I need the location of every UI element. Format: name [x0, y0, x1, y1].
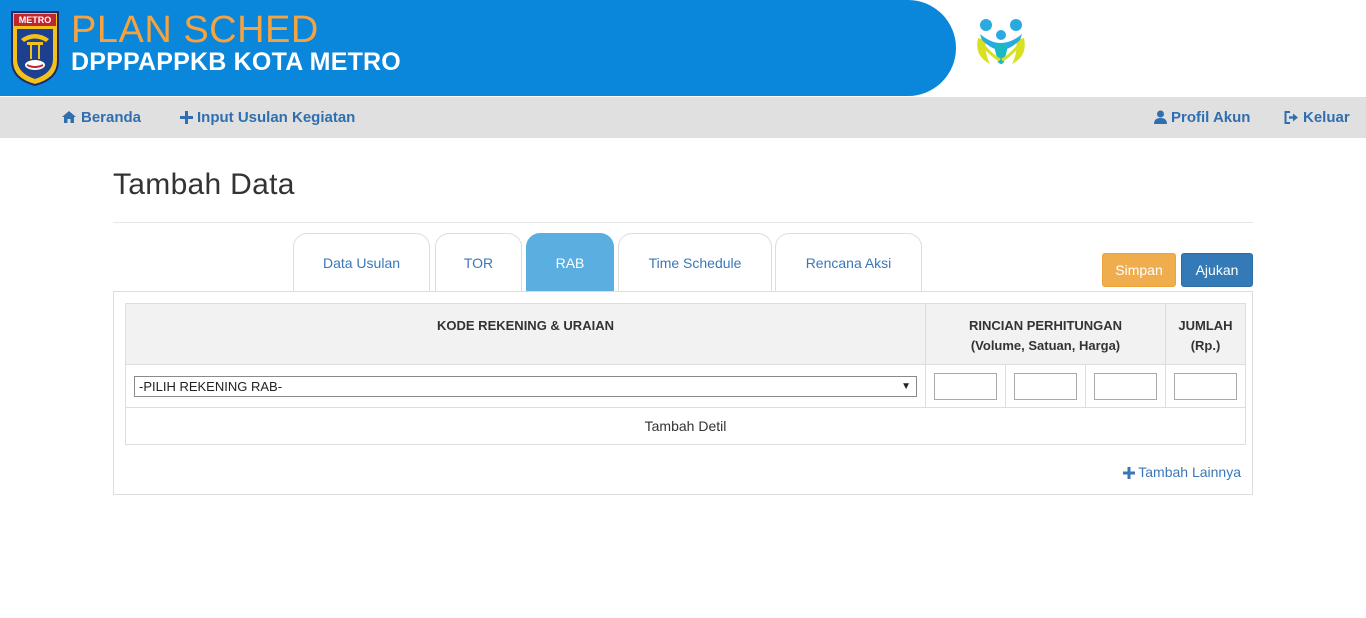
- family-planning-logo: [977, 19, 1025, 64]
- header-kode-rekening: KODE REKENING & URAIAN: [125, 303, 926, 365]
- header-kode-rekening-label: KODE REKENING & URAIAN: [437, 318, 614, 333]
- dropdown-arrow-icon: ▼: [901, 380, 911, 392]
- rekening-select-value: -PILIH REKENING RAB-: [139, 378, 283, 394]
- nav-logout-label: Keluar: [1303, 109, 1350, 126]
- nav-home-label: Beranda: [81, 109, 142, 126]
- app-title: PLAN SCHED: [71, 9, 319, 51]
- sign-out-icon: [1284, 111, 1298, 124]
- add-detail-row: Tambah Detil: [125, 407, 1246, 445]
- tab-time-schedule[interactable]: Time Schedule: [618, 233, 772, 292]
- header-jumlah-line2: (Rp.): [1190, 338, 1221, 353]
- header-rincian: RINCIAN PERHITUNGAN (Volume, Satuan, Har…: [925, 303, 1166, 365]
- tab-rencana-aksi[interactable]: Rencana Aksi: [775, 233, 922, 292]
- rekening-select[interactable]: -PILIH REKENING RAB- ▼: [134, 375, 917, 397]
- page-title: Tambah Data: [113, 168, 295, 201]
- plus-icon: [180, 111, 193, 124]
- header-rincian-line2: (Volume, Satuan, Harga): [970, 338, 1121, 353]
- user-icon: [1154, 110, 1167, 124]
- plus-icon: [1123, 467, 1136, 479]
- rekening-cell: -PILIH REKENING RAB- ▼: [125, 364, 926, 408]
- add-more-link[interactable]: Tambah Lainnya: [1123, 464, 1241, 480]
- nav-input-usulan-label: Input Usulan Kegiatan: [197, 109, 356, 126]
- volume-input[interactable]: [934, 372, 997, 400]
- rab-panel: KODE REKENING & URAIAN RINCIAN PERHITUNG…: [113, 291, 1253, 495]
- nav-profile-label: Profil Akun: [1171, 109, 1251, 126]
- nav-profile[interactable]: Profil Akun: [1154, 97, 1250, 138]
- harga-input[interactable]: [1094, 372, 1157, 400]
- header-jumlah: JUMLAH (Rp.): [1165, 303, 1246, 365]
- jumlah-input[interactable]: [1174, 372, 1237, 400]
- harga-cell: [1085, 364, 1166, 408]
- satuan-cell: [1005, 364, 1086, 408]
- nav-input-usulan[interactable]: Input Usulan Kegiatan: [180, 97, 355, 138]
- table-row: -PILIH REKENING RAB- ▼: [125, 364, 1246, 408]
- header-rincian-line1: RINCIAN PERHITUNGAN: [968, 318, 1123, 333]
- title-divider: [113, 222, 1253, 223]
- tab-data-usulan[interactable]: Data Usulan: [293, 233, 430, 292]
- add-more-label: Tambah Lainnya: [1138, 464, 1241, 480]
- add-detail-button[interactable]: Tambah Detil: [125, 407, 1246, 445]
- nav-logout[interactable]: Keluar: [1284, 97, 1350, 138]
- tab-tor[interactable]: TOR: [435, 233, 522, 292]
- app-header: METRO PLAN SCHED DPPPAPPKB KOTA METRO: [0, 0, 1366, 97]
- metro-city-seal: METRO: [11, 11, 59, 87]
- satuan-input[interactable]: [1014, 372, 1077, 400]
- svg-text:METRO: METRO: [19, 15, 52, 25]
- tab-rab[interactable]: RAB: [526, 233, 614, 292]
- header-jumlah-line1: JUMLAH: [1178, 318, 1233, 333]
- submit-button[interactable]: Ajukan: [1181, 253, 1253, 287]
- nav-home[interactable]: Beranda: [61, 97, 141, 138]
- top-navbar: Beranda Input Usulan Kegiatan Profil Aku…: [0, 97, 1366, 138]
- rab-table: KODE REKENING & URAIAN RINCIAN PERHITUNG…: [125, 303, 1246, 445]
- volume-cell: [925, 364, 1006, 408]
- home-icon: [62, 111, 76, 123]
- save-button[interactable]: Simpan: [1102, 253, 1176, 287]
- app-subtitle: DPPPAPPKB KOTA METRO: [71, 48, 401, 76]
- jumlah-cell: [1165, 364, 1246, 408]
